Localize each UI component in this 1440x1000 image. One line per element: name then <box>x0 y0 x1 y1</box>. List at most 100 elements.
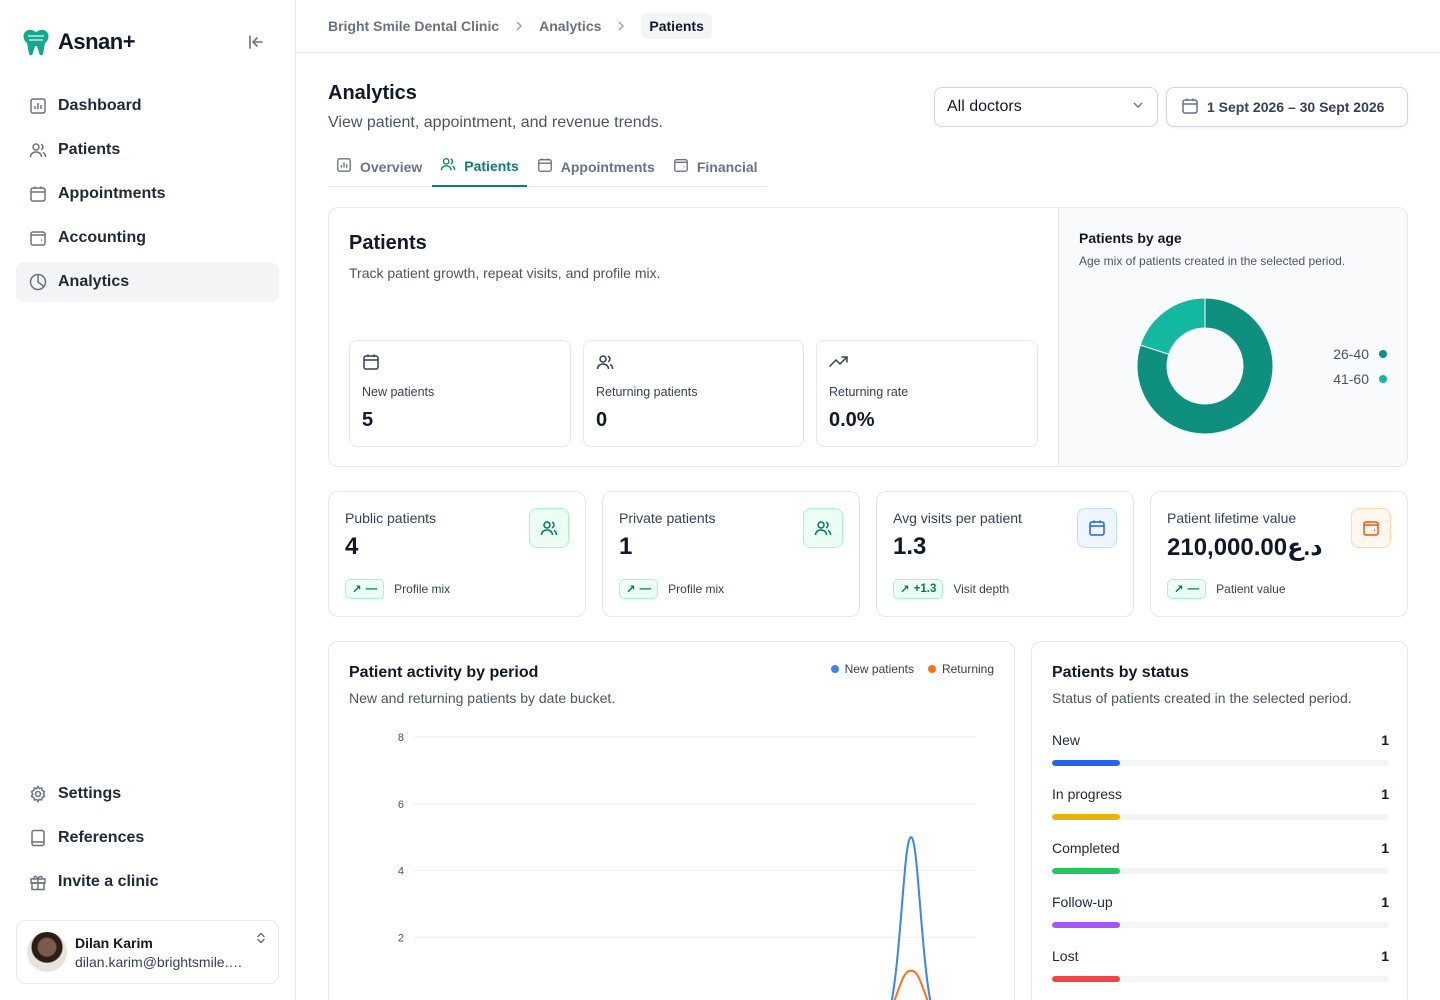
status-bar <box>1052 814 1120 820</box>
status-label: New <box>1052 732 1081 748</box>
stat-label: Private patients <box>619 510 716 526</box>
legend-swatch <box>830 665 839 673</box>
calendar-icon <box>28 184 48 204</box>
sidebar-item-label: Accounting <box>58 229 146 246</box>
status-track <box>1052 760 1389 766</box>
users-icon <box>529 508 569 548</box>
activity-title: Patient activity by period <box>349 664 539 681</box>
sidebar-item-label: Appointments <box>58 185 166 202</box>
page-title: Analytics <box>328 82 417 104</box>
patient-activity-card: 02468 Patient activity by period New and… <box>328 641 1015 1000</box>
date-range-picker[interactable]: 1 Sept 2026 – 30 Sept 2026 <box>1166 87 1408 127</box>
stat-lifetime-value: Patient lifetime value 210,000.00د.ع ↗ — … <box>1150 491 1408 617</box>
sidebar-item-patients[interactable]: Patients <box>16 130 279 170</box>
tab-label: Patients <box>464 157 519 174</box>
users-icon <box>803 508 843 548</box>
metric-label: Returning patients <box>596 385 698 399</box>
bar-chart-icon <box>336 157 352 176</box>
status-bar <box>1052 760 1120 766</box>
status-label: In progress <box>1052 786 1123 802</box>
status-count: 1 <box>1381 948 1389 964</box>
brand[interactable]: Asnan+ <box>20 24 136 60</box>
donut-slice-41-60 <box>1139 297 1206 355</box>
metric-label: Returning rate <box>829 385 909 399</box>
sidebar-item-references[interactable]: References <box>16 818 279 858</box>
tab-patients[interactable]: Patients <box>432 146 527 187</box>
sidebar-item-label: Invite a clinic <box>58 873 159 890</box>
tab-appointments[interactable]: Appointments <box>529 146 663 187</box>
patients-summary: Patients Track patient growth, repeat vi… <box>329 208 1058 466</box>
stat-footer: ↗ — Profile mix <box>345 579 450 599</box>
trend-badge: ↗ — <box>619 579 659 599</box>
stat-label: Public patients <box>345 510 437 526</box>
trend-badge: ↗ — <box>1167 579 1207 599</box>
metric-new-patients: New patients 5 <box>349 340 571 447</box>
stat-label: Patient lifetime value <box>1167 510 1297 526</box>
trend-value: — <box>1187 583 1200 595</box>
sidebar-item-appointments[interactable]: Appointments <box>16 174 279 214</box>
legend-label: New patients <box>844 662 914 676</box>
breadcrumb-analytics[interactable]: Analytics <box>539 18 601 34</box>
sidebar-item-invite[interactable]: Invite a clinic <box>16 862 279 902</box>
metric-value: 5 <box>362 409 374 431</box>
sidebar-item-label: Settings <box>58 785 122 802</box>
collapse-sidebar-button[interactable] <box>244 30 268 54</box>
status-label: Completed <box>1052 840 1120 856</box>
status-label: Lost <box>1052 948 1079 964</box>
sidebar-item-settings[interactable]: Settings <box>16 774 279 814</box>
stat-label: Avg visits per patient <box>893 510 1022 526</box>
book-icon <box>28 828 48 848</box>
stat-value: 1.3 <box>893 533 927 560</box>
stat-foot-label: Visit depth <box>953 582 1010 596</box>
y-tick-label: 8 <box>398 732 404 744</box>
trend-badge: ↗ +1.3 <box>893 579 944 599</box>
sidebar-item-analytics[interactable]: Analytics <box>16 262 279 302</box>
metric-value: 0.0% <box>829 409 875 431</box>
status-track <box>1052 814 1389 820</box>
status-count: 1 <box>1381 840 1389 856</box>
status-track <box>1052 922 1389 928</box>
users-icon <box>28 140 48 160</box>
tab-label: Financial <box>696 158 758 175</box>
series-line-new <box>890 836 932 1000</box>
calendar-icon <box>1077 508 1117 548</box>
chevron-down-icon <box>1131 98 1145 117</box>
status-bar <box>1052 868 1120 874</box>
sidebar-bottom-nav: Settings References Invite a clinic <box>16 774 279 906</box>
tooth-logo-icon <box>23 29 49 56</box>
metric-value: 0 <box>596 409 608 431</box>
arrow-up-right-icon: ↗ <box>1174 584 1184 596</box>
legend-item: New patients <box>830 662 914 676</box>
wallet-icon <box>1351 508 1391 548</box>
stat-footer: ↗ — Profile mix <box>619 579 724 599</box>
gift-icon <box>28 872 48 892</box>
sidebar-item-dashboard[interactable]: Dashboard <box>16 86 279 126</box>
status-track <box>1052 976 1389 982</box>
status-subtitle: Status of patients created in the select… <box>1052 690 1352 706</box>
arrow-up-right-icon: ↗ <box>626 584 636 596</box>
activity-legend: New patients Returning <box>830 662 994 676</box>
sidebar-item-accounting[interactable]: Accounting <box>16 218 279 258</box>
pie-chart-icon <box>28 272 48 292</box>
breadcrumb-clinic[interactable]: Bright Smile Dental Clinic <box>328 18 499 34</box>
patients-summary-card: Patients Track patient growth, repeat vi… <box>328 207 1408 467</box>
wallet-icon <box>28 228 48 248</box>
tab-overview[interactable]: Overview <box>328 146 430 187</box>
legend-item: 26-40 <box>1333 346 1387 362</box>
tab-label: Overview <box>360 158 423 175</box>
legend-label: 26-40 <box>1333 346 1369 362</box>
status-count: 1 <box>1381 732 1389 748</box>
chevron-right-icon <box>615 20 627 32</box>
tab-financial[interactable]: Financial <box>665 146 766 187</box>
stat-public-patients: Public patients 4 ↗ — Profile mix <box>328 491 586 617</box>
legend-swatch <box>1379 350 1387 358</box>
age-legend: 26-40 41-60 <box>1333 346 1387 387</box>
doctor-filter-select[interactable]: All doctors <box>934 87 1158 127</box>
legend-swatch <box>927 665 936 673</box>
stat-foot-label: Profile mix <box>394 582 451 596</box>
user-menu[interactable]: Dilan Karim dilan.karim@brightsmile.ex..… <box>16 920 279 984</box>
users-icon <box>596 353 614 376</box>
status-row-follow-up: Follow-up 1 <box>1052 892 1389 946</box>
wallet-icon <box>673 157 689 176</box>
stat-avg-visits: Avg visits per patient 1.3 ↗ +1.3 Visit d… <box>876 491 1134 617</box>
